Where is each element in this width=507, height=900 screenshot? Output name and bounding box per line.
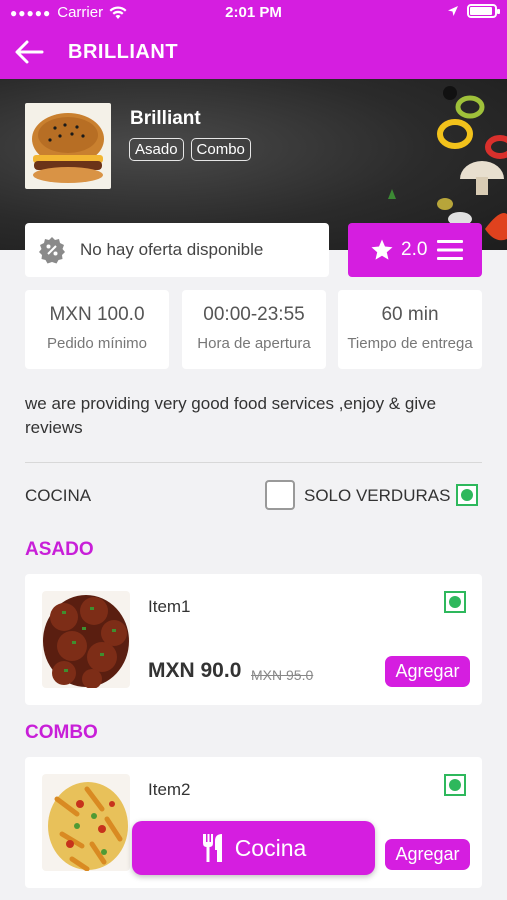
min-order-value: MXN 100.0 xyxy=(49,304,145,325)
battery-fill xyxy=(470,7,492,15)
veg-only-checkbox[interactable] xyxy=(265,480,295,510)
meatballs-image xyxy=(42,591,130,688)
delivery-time-label: Tiempo de entrega xyxy=(347,335,473,352)
page-title: BRILLIANT xyxy=(68,41,179,63)
delivery-time-value: 60 min xyxy=(381,304,439,325)
burger-image xyxy=(32,113,104,183)
rating-button[interactable]: 2.0 xyxy=(348,223,482,277)
opening-hours-label: Hora de apertura xyxy=(197,335,311,352)
menu-item-card[interactable]: Item1 MXN 90.0 MXN 95.0 Agregar xyxy=(25,574,482,705)
offer-text: No hay oferta disponible xyxy=(80,240,264,259)
delivery-time-card: 60 min Tiempo de entrega xyxy=(338,290,482,369)
restaurant-name: Brilliant xyxy=(130,108,201,129)
section-title-asado: ASADO xyxy=(25,539,94,560)
veg-indicator-icon xyxy=(444,774,466,796)
veg-indicator-icon xyxy=(456,484,478,506)
app-header: ●●●●● Carrier 2:01 PM BRILLIANT xyxy=(0,0,507,79)
fork-knife-icon xyxy=(202,834,222,862)
cuisine-floating-button[interactable]: Cocina xyxy=(132,821,375,875)
hamburger-menu-icon xyxy=(437,240,464,260)
restaurant-description: we are providing very good food services… xyxy=(25,394,437,437)
item-image xyxy=(42,591,130,688)
restaurant-thumbnail xyxy=(25,103,111,189)
location-arrow-icon xyxy=(448,6,458,16)
back-button[interactable] xyxy=(12,36,46,68)
min-order-card: MXN 100.0 Pedido mínimo xyxy=(25,290,169,369)
percent-badge-icon xyxy=(39,237,65,264)
opening-hours-value: 00:00-23:55 xyxy=(203,304,305,325)
item-image xyxy=(42,774,130,871)
item-name: Item1 xyxy=(148,597,191,616)
restaurant-tags: Asado Combo xyxy=(129,138,251,161)
tag-asado: Asado xyxy=(129,138,184,161)
star-icon xyxy=(371,239,393,260)
opening-hours-card: 00:00-23:55 Hora de apertura xyxy=(182,290,326,369)
min-order-label: Pedido mínimo xyxy=(46,335,148,352)
item-old-price: MXN 95.0 xyxy=(251,667,314,683)
offer-card: No hay oferta disponible xyxy=(25,223,329,277)
item-name: Item2 xyxy=(148,780,191,799)
section-title-combo: COMBO xyxy=(25,722,98,743)
add-to-cart-button[interactable]: Agregar xyxy=(385,656,470,687)
add-to-cart-button[interactable]: Agregar xyxy=(385,839,470,870)
tag-combo: Combo xyxy=(190,138,251,161)
cuisine-floating-button-label: Cocina xyxy=(234,834,307,861)
status-bar: ●●●●● Carrier 2:01 PM xyxy=(0,0,507,26)
divider xyxy=(25,462,482,463)
veg-indicator-icon xyxy=(444,591,466,613)
nav-bar: BRILLIANT xyxy=(0,30,507,74)
veg-only-label[interactable]: SOLO VERDURAS xyxy=(304,486,450,506)
cuisine-label[interactable]: COCINA xyxy=(25,486,91,506)
rating-value: 2.0 xyxy=(401,239,428,260)
pasta-image xyxy=(42,774,130,871)
item-price: MXN 90.0 xyxy=(148,659,242,682)
back-arrow-icon xyxy=(15,40,44,64)
status-time: 2:01 PM xyxy=(225,4,282,21)
battery-icon xyxy=(467,4,500,18)
